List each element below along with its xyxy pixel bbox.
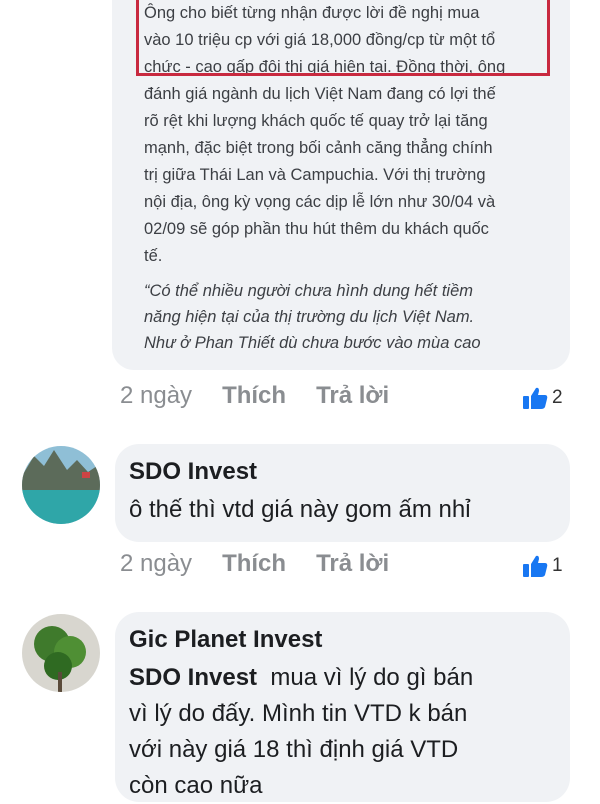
post-reaction-count: 2 (552, 387, 563, 408)
post-reply-button[interactable]: Trả lời (316, 382, 389, 410)
avatar-bay-image (22, 446, 100, 524)
highlight-box (136, 0, 550, 76)
comment-reply-button[interactable]: Trả lời (316, 550, 389, 578)
comment-text: SDO Invest mua vì lý do gì bán vì lý do … (129, 664, 474, 799)
comment-bubble: SDO Invest ô thế thì vtd giá này gom ấm … (115, 444, 570, 542)
post-time: 2 ngày (120, 382, 193, 409)
comment-time: 2 ngày (120, 550, 193, 577)
comment-mention[interactable]: SDO Invest (129, 664, 257, 691)
post-quote: “Có thể nhiều người chưa hình dung hết t… (144, 282, 481, 352)
avatar-plant-image (22, 614, 100, 692)
comment-text: ô thế thì vtd giá này gom ấm nhỉ (129, 496, 471, 523)
comment-actions: 2 ngày Thích Trả lời (120, 550, 389, 578)
comment-reactions[interactable]: 1 (522, 554, 563, 578)
post-actions: 2 ngày Thích Trả lời (120, 382, 389, 410)
thumbs-up-icon (523, 555, 548, 577)
avatar[interactable] (22, 446, 100, 524)
comment-author[interactable]: Gic Planet Invest (129, 624, 554, 656)
post-like-button[interactable]: Thích (222, 382, 286, 410)
comment-author[interactable]: SDO Invest (129, 456, 554, 488)
comment-reaction-count: 1 (552, 555, 563, 576)
comment-bubble: Gic Planet Invest SDO Invest mua vì lý d… (115, 612, 570, 802)
post-reactions[interactable]: 2 (522, 386, 563, 410)
thumbs-up-icon (523, 387, 548, 409)
avatar[interactable] (22, 614, 100, 692)
comment-like-button[interactable]: Thích (222, 550, 286, 578)
